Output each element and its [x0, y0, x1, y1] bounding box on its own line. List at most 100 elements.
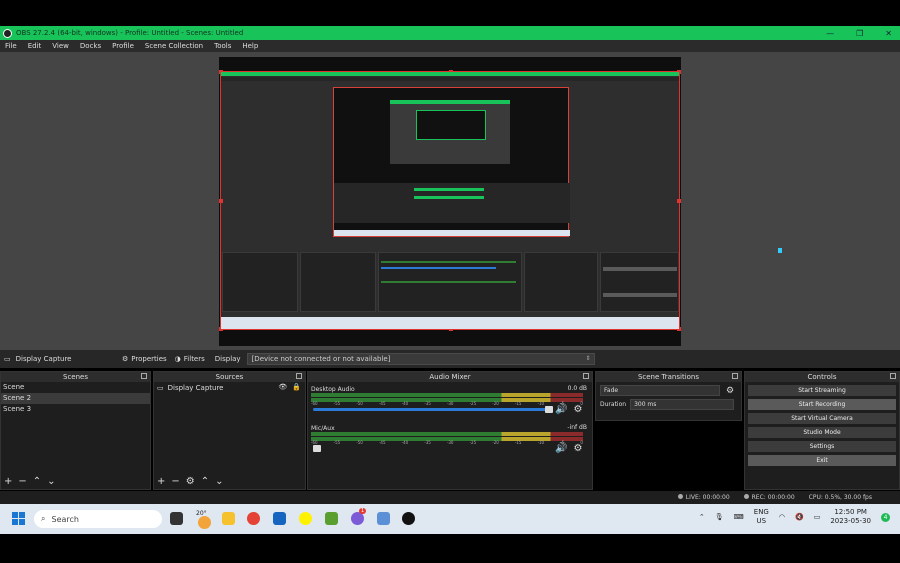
lock-icon[interactable]: 🔒 [292, 383, 301, 391]
store-icon[interactable] [273, 512, 286, 525]
menu-edit[interactable]: Edit [28, 42, 42, 50]
volume-slider[interactable] [313, 408, 549, 411]
undock-icon[interactable] [296, 373, 302, 379]
meter-ticks: -60 -55 -50 -45 -40 -35 -30 -25 -20 -15 -10 -5 0 [311, 401, 583, 406]
volume-slider-handle[interactable] [545, 406, 553, 413]
resize-handle[interactable] [677, 199, 681, 203]
preview-canvas[interactable] [219, 57, 681, 346]
settings-button[interactable]: Settings [748, 441, 896, 452]
source-item[interactable]: ▭ Display Capture 👁 🔒 [154, 382, 305, 394]
speaker-icon[interactable]: 🔊 [555, 443, 567, 454]
remove-scene-button[interactable]: − [18, 476, 26, 487]
source-properties-button[interactable]: ⚙ [186, 476, 195, 487]
move-down-button[interactable]: ⌄ [47, 476, 55, 487]
eye-icon[interactable]: 👁 [278, 383, 287, 391]
clock[interactable]: 12:50 PM 2023-05-30 [830, 508, 871, 526]
snapchat-icon[interactable] [299, 512, 312, 525]
weather-icon[interactable] [198, 516, 211, 529]
nested-mixer-dock [378, 252, 522, 312]
sources-dock: Sources ▭ Display Capture 👁 🔒 + − ⚙ ⌃ ⌄ [153, 371, 306, 490]
menu-scene-collection[interactable]: Scene Collection [145, 42, 203, 50]
task-view-icon[interactable] [170, 512, 183, 525]
exit-button[interactable]: Exit [748, 455, 896, 466]
add-source-button[interactable]: + [157, 476, 165, 487]
live-status: LIVE: 00:00:00 [677, 494, 730, 501]
move-down-button[interactable]: ⌄ [215, 476, 223, 487]
move-up-button[interactable]: ⌃ [33, 476, 41, 487]
undock-icon[interactable] [890, 373, 896, 379]
display-capture-preview[interactable] [219, 70, 681, 331]
menu-file[interactable]: File [5, 42, 17, 50]
preview-area[interactable] [0, 52, 900, 350]
scene-item[interactable]: Scene 3 [1, 404, 150, 415]
status-bar: LIVE: 00:00:00 REC: 00:00:00 CPU: 0.5%, … [0, 491, 900, 504]
menu-tools[interactable]: Tools [214, 42, 231, 50]
scene-item[interactable]: Scene [1, 382, 150, 393]
language-indicator[interactable]: ENG US [754, 508, 769, 526]
sources-title: Sources [215, 373, 244, 381]
undock-icon[interactable] [141, 373, 147, 379]
gear-icon[interactable]: ⚙ [573, 443, 582, 454]
display-select[interactable]: [Device not connected or not available] … [246, 353, 595, 365]
duration-label: Duration [600, 401, 627, 408]
file-explorer-icon[interactable] [222, 512, 235, 525]
speaker-icon[interactable]: 🔊 [555, 404, 567, 415]
source-toolbar: ▭ Display Capture ⚙ Properties ◑ Filters… [0, 350, 900, 368]
gear-icon[interactable]: ⚙ [726, 386, 734, 396]
filter-icon: ◑ [174, 355, 181, 363]
close-button[interactable]: ✕ [885, 29, 892, 38]
minecraft-icon[interactable] [325, 512, 338, 525]
obs-app-icon [3, 28, 12, 38]
keyboard-icon[interactable]: ⌨ [734, 513, 744, 521]
gear-icon[interactable]: ⚙ [573, 404, 582, 415]
notification-badge[interactable]: 4 [881, 512, 890, 522]
scene-item-selected[interactable]: Scene 2 [1, 393, 150, 404]
minimize-button[interactable]: — [826, 29, 834, 38]
teams-icon[interactable]: 1 [351, 508, 367, 525]
nested-scenes-dock [222, 252, 298, 312]
app-icon[interactable] [377, 512, 390, 525]
menu-bar: File Edit View Docks Profile Scene Colle… [0, 40, 900, 52]
menu-profile[interactable]: Profile [112, 42, 134, 50]
wifi-icon[interactable]: ◠ [779, 513, 785, 521]
taskbar-search[interactable]: ⌕ Search [34, 510, 162, 528]
menu-docks[interactable]: Docks [80, 42, 101, 50]
chrome-icon[interactable] [247, 512, 260, 525]
chevron-up-icon[interactable]: ⌃ [699, 513, 705, 521]
nested-title-bar [221, 72, 679, 76]
move-up-button[interactable]: ⌃ [201, 476, 209, 487]
start-virtual-camera-button[interactable]: Start Virtual Camera [748, 413, 896, 424]
undock-icon[interactable] [583, 373, 589, 379]
chevron-down-icon: ⇕ [585, 355, 591, 362]
display-label: Display [214, 355, 241, 363]
start-recording-button[interactable]: Start Recording [748, 399, 896, 410]
start-streaming-button[interactable]: Start Streaming [748, 385, 896, 396]
add-scene-button[interactable]: + [4, 476, 12, 487]
menu-help[interactable]: Help [242, 42, 258, 50]
volume-muted-icon[interactable]: 🔇 [795, 513, 804, 521]
filters-button[interactable]: ◑ Filters [175, 355, 205, 363]
channel-name: Desktop Audio [311, 386, 355, 393]
meter-ticks: -60 -55 -50 -45 -40 -35 -30 -25 -20 -15 -10 -5 0 [311, 440, 583, 445]
windows-start-icon[interactable] [12, 512, 25, 525]
resize-handle[interactable] [219, 199, 223, 203]
transition-select[interactable]: Fade [600, 385, 720, 396]
menu-view[interactable]: View [52, 42, 69, 50]
nested-controls-dock [600, 252, 679, 312]
nested-preview [333, 87, 570, 237]
nested-transitions-dock [524, 252, 598, 312]
duration-input[interactable]: 300 ms [630, 399, 735, 410]
remove-source-button[interactable]: − [171, 476, 179, 487]
controls-dock: Controls Start Streaming Start Recording… [744, 371, 900, 490]
undock-icon[interactable] [732, 373, 738, 379]
properties-button[interactable]: ⚙ Properties [122, 355, 167, 363]
obs-taskbar-icon[interactable] [402, 512, 415, 525]
maximize-button[interactable]: ❐ [856, 29, 863, 38]
window-title-bar[interactable]: OBS 27.2.4 (64-bit, windows) - Profile: … [0, 26, 900, 40]
volume-slider-handle[interactable] [313, 445, 321, 452]
studio-mode-button[interactable]: Studio Mode [748, 427, 896, 438]
mouse-cursor [778, 248, 782, 253]
microphone-icon[interactable]: 🎙 [715, 513, 724, 521]
level-meter [311, 393, 583, 397]
battery-icon[interactable]: ▭ [814, 513, 821, 521]
